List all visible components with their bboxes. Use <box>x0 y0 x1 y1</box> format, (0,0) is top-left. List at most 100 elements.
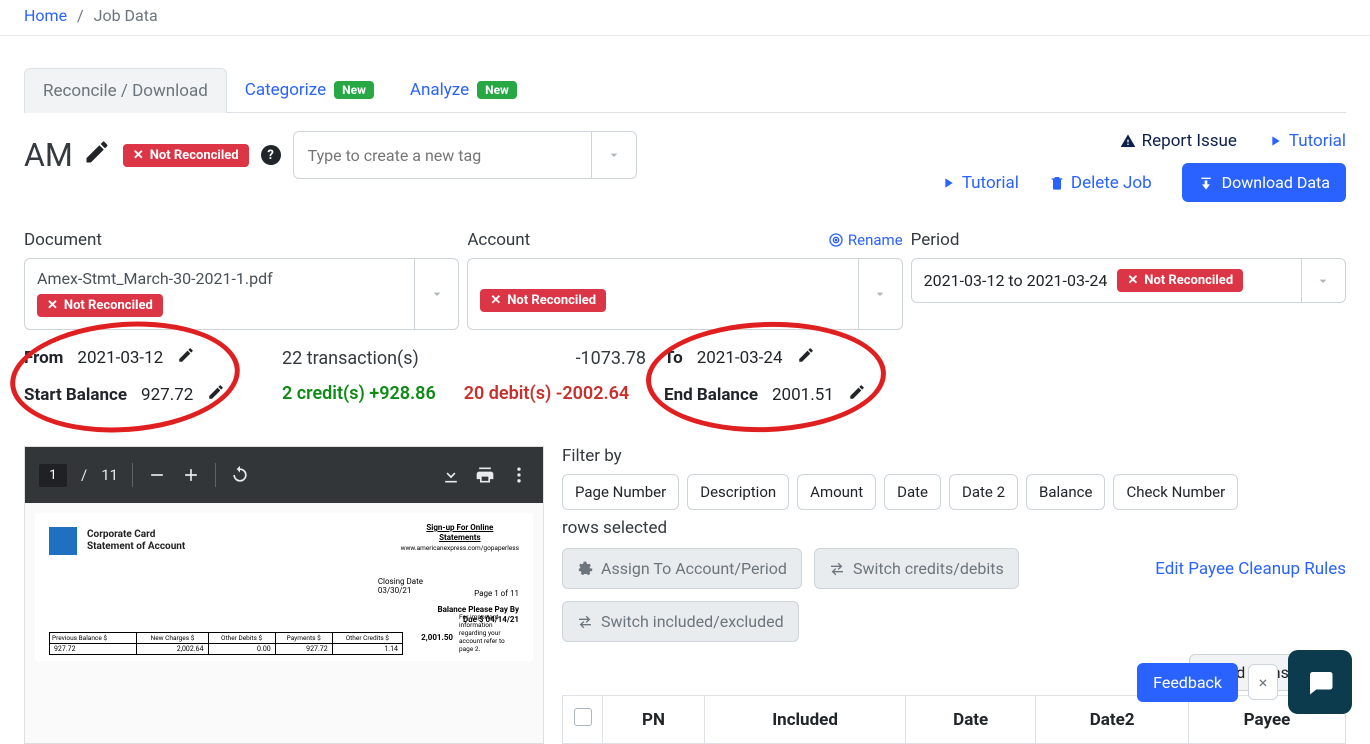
credits-summary: 2 credit(s) +928.86 <box>282 383 436 404</box>
chevron-down-icon[interactable] <box>1301 259 1345 302</box>
breadcrumb-current: Job Data <box>94 6 158 25</box>
start-balance-label: Start Balance <box>24 385 127 405</box>
edit-title-icon[interactable] <box>83 136 111 174</box>
end-balance-label: End Balance <box>664 385 758 405</box>
download-data-button[interactable]: Download Data <box>1182 163 1346 202</box>
breadcrumb-home[interactable]: Home <box>24 6 67 25</box>
account-select[interactable]: ✕ Not Reconciled <box>467 258 902 330</box>
tab-analyze-label: Analyze <box>410 80 469 100</box>
chevron-down-icon[interactable] <box>414 259 458 329</box>
end-balance-value: 2001.51 <box>772 385 834 405</box>
from-label: From <box>24 348 63 368</box>
job-title: AM <box>24 136 111 174</box>
pdf-balance-number: 2,001.50 <box>421 633 453 642</box>
feedback-button[interactable]: Feedback <box>1137 663 1238 702</box>
chip-balance[interactable]: Balance <box>1026 474 1105 510</box>
tag-input[interactable] <box>294 134 591 177</box>
chip-description[interactable]: Description <box>687 474 789 510</box>
select-all-header[interactable] <box>563 696 603 744</box>
header-right: Report Issue Tutorial Tutorial Delete Jo… <box>940 131 1346 202</box>
close-feedback-button[interactable]: × <box>1248 664 1278 700</box>
col-date[interactable]: Date <box>906 696 1036 744</box>
chat-widget-icon[interactable] <box>1288 650 1352 714</box>
x-icon: ✕ <box>47 298 58 313</box>
pdf-page-sep: / <box>81 466 87 484</box>
pdf-page-input[interactable] <box>39 464 67 487</box>
switch-credits-debits-button[interactable]: Switch credits/debits <box>814 548 1019 589</box>
zoom-out-icon[interactable] <box>147 465 167 485</box>
pdf-page-of: Page 1 of 11 <box>474 589 519 598</box>
header-row: AM ✕ Not Reconciled ? Report Issue Tutor <box>0 113 1370 202</box>
to-value: 2021-03-24 <box>697 348 783 368</box>
edit-start-balance-icon[interactable] <box>207 383 225 406</box>
not-reconciled-badge: ✕ Not Reconciled <box>123 144 249 167</box>
pdf-signup-box: Sign-up For Online Statements www.americ… <box>401 523 519 552</box>
chip-amount[interactable]: Amount <box>797 474 876 510</box>
selects-row: Document Amex-Stmt_March-30-2021-1.pdf ✕… <box>0 202 1370 330</box>
edit-end-balance-icon[interactable] <box>848 383 866 406</box>
transaction-count: 22 transaction(s) <box>282 348 419 369</box>
tag-select[interactable] <box>293 131 637 179</box>
col-pn[interactable]: PN <box>603 696 705 744</box>
x-icon: ✕ <box>133 148 144 163</box>
breadcrumb-separator: / <box>77 6 84 25</box>
period-select[interactable]: 2021-03-12 to 2021-03-24 ✕ Not Reconcile… <box>911 258 1346 303</box>
more-icon[interactable] <box>509 465 529 485</box>
chip-date2[interactable]: Date 2 <box>949 474 1018 510</box>
badge-new: New <box>334 81 374 99</box>
x-icon: ✕ <box>1127 273 1138 288</box>
document-label: Document <box>24 230 459 250</box>
chevron-down-icon[interactable] <box>858 259 902 329</box>
action-row-1: Assign To Account/Period Switch credits/… <box>562 548 1346 589</box>
rows-selected-label: rows selected <box>562 518 1346 538</box>
zoom-in-icon[interactable] <box>181 465 201 485</box>
assign-button[interactable]: Assign To Account/Period <box>562 548 802 589</box>
chip-check-number[interactable]: Check Number <box>1113 474 1238 510</box>
action-row-2: Switch included/excluded <box>562 601 1346 642</box>
job-title-text: AM <box>24 136 73 174</box>
breadcrumb: Home / Job Data <box>0 0 1370 36</box>
tab-analyze[interactable]: Analyze New <box>392 68 535 112</box>
x-icon: ✕ <box>490 293 501 308</box>
not-reconciled-badge: ✕ Not Reconciled <box>37 294 163 317</box>
chip-page-number[interactable]: Page Number <box>562 474 679 510</box>
delete-job-link[interactable]: Delete Job <box>1049 163 1152 202</box>
tabs: Reconcile / Download Categorize New Anal… <box>24 68 1346 113</box>
checkbox-icon[interactable] <box>574 708 592 726</box>
toolbar-divider <box>132 463 133 487</box>
chip-date[interactable]: Date <box>884 474 941 510</box>
tab-categorize[interactable]: Categorize New <box>227 68 392 112</box>
document-select[interactable]: Amex-Stmt_March-30-2021-1.pdf ✕ Not Reco… <box>24 258 459 330</box>
col-included[interactable]: Included <box>704 696 905 744</box>
document-column: Document Amex-Stmt_March-30-2021-1.pdf ✕… <box>24 230 459 330</box>
debits-summary: 20 debit(s) -2002.64 <box>464 383 629 404</box>
tutorial-link-bottom[interactable]: Tutorial <box>940 163 1019 202</box>
not-reconciled-badge: ✕ Not Reconciled <box>1117 269 1243 292</box>
edit-from-icon[interactable] <box>177 346 195 369</box>
header-left: AM ✕ Not Reconciled ? <box>24 131 637 179</box>
period-value: 2021-03-12 to 2021-03-24 <box>924 271 1108 290</box>
badge-new: New <box>477 81 517 99</box>
help-icon[interactable]: ? <box>261 145 281 165</box>
chevron-down-icon[interactable] <box>591 132 636 178</box>
middle-stats: 22 transaction(s) -1073.78 2 credit(s) +… <box>264 348 664 404</box>
pdf-doc-title: Corporate CardStatement of Account <box>87 529 185 553</box>
tab-reconcile[interactable]: Reconcile / Download <box>24 68 227 113</box>
report-issue-link[interactable]: Report Issue <box>1120 131 1237 151</box>
print-icon[interactable] <box>475 465 495 485</box>
rename-link[interactable]: Rename <box>828 231 903 249</box>
pdf-mini-table: Previous Balance $ New Charges $ Other D… <box>49 632 403 655</box>
account-column: Account Rename ✕ Not Reconciled <box>467 230 902 330</box>
download-pdf-icon[interactable] <box>441 465 461 485</box>
from-block: From 2021-03-12 Start Balance 927.72 <box>24 346 264 406</box>
pdf-page-preview[interactable]: Corporate CardStatement of Account Sign-… <box>35 513 533 661</box>
start-balance-value: 927.72 <box>141 385 193 405</box>
edit-to-icon[interactable] <box>797 346 815 369</box>
edit-payee-link[interactable]: Edit Payee Cleanup Rules <box>1155 559 1346 579</box>
pdf-balance-note: For important information regarding your… <box>459 613 519 653</box>
toolbar-divider <box>215 463 216 487</box>
pdf-viewer: / 11 Corporate CardStatement of Account … <box>24 446 544 744</box>
tutorial-link-top[interactable]: Tutorial <box>1267 131 1346 151</box>
rotate-icon[interactable] <box>230 465 250 485</box>
switch-included-excluded-button[interactable]: Switch included/excluded <box>562 601 799 642</box>
